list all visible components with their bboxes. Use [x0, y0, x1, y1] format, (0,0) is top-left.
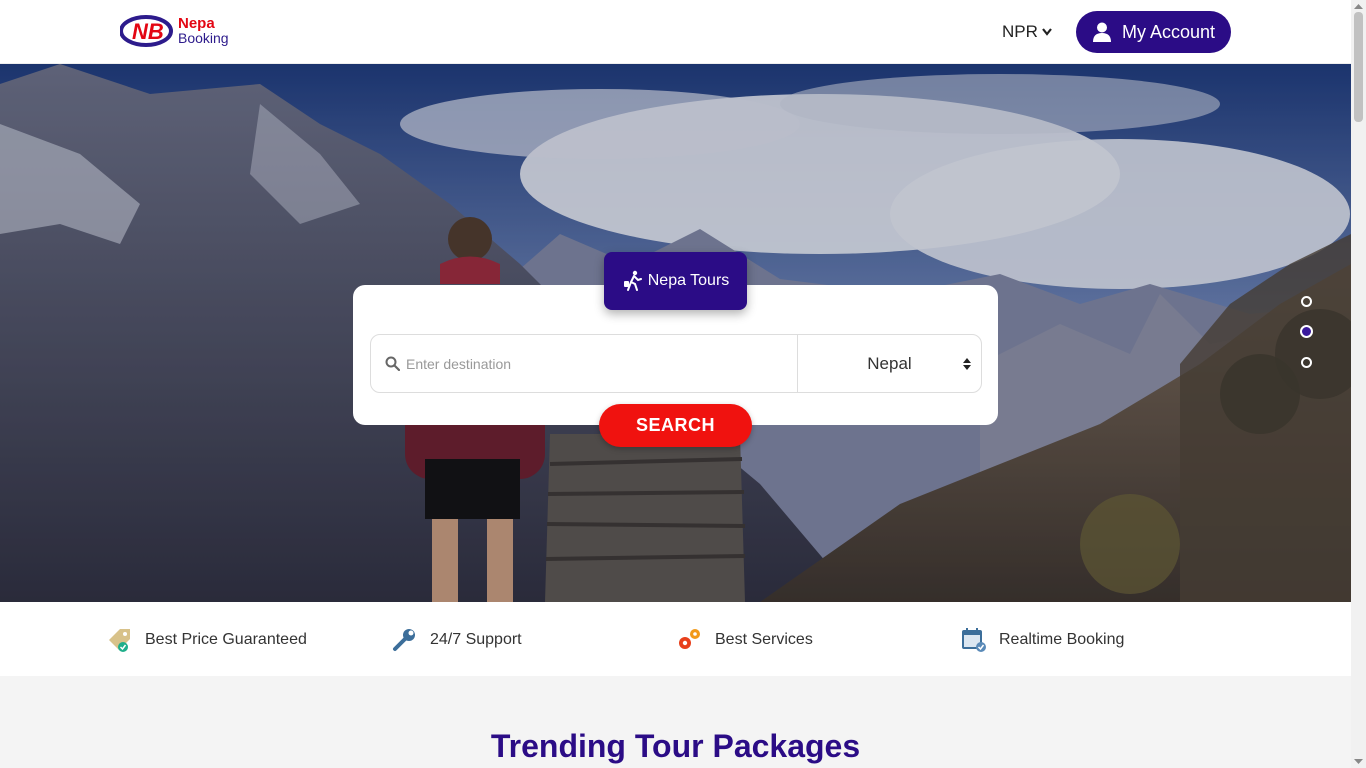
price-tag-icon: [109, 629, 130, 652]
select-arrows-icon: [963, 358, 971, 370]
scroll-down-icon[interactable]: [1354, 758, 1363, 766]
feature-best-services: Best Services: [676, 626, 813, 653]
gears-icon: [679, 629, 700, 649]
search-icon: [385, 356, 400, 371]
slider-dot-2[interactable]: [1300, 325, 1313, 338]
hero-banner: Nepa Tours Nepal SEARCH: [0, 64, 1351, 602]
hiker-icon: [623, 270, 642, 291]
country-select[interactable]: Nepal: [798, 335, 981, 392]
calendar-icon: [962, 628, 986, 652]
country-selected-value: Nepal: [867, 353, 912, 373]
slider-dot-1[interactable]: [1301, 296, 1312, 307]
tab-nepa-tours[interactable]: Nepa Tours: [604, 252, 747, 310]
user-icon: [1092, 22, 1111, 42]
features-bar: Best Price Guaranteed 24/7 Support Best …: [0, 602, 1351, 676]
search-button[interactable]: SEARCH: [599, 404, 752, 447]
feature-best-price: Best Price Guaranteed: [106, 626, 307, 653]
destination-input[interactable]: [406, 355, 786, 372]
feature-support: 24/7 Support: [391, 626, 522, 653]
my-account-label: My Account: [1121, 21, 1216, 42]
feature-realtime-booking: Realtime Booking: [960, 626, 1124, 653]
slider-dot-3[interactable]: [1301, 357, 1312, 368]
search-form: Nepal: [370, 334, 982, 393]
scroll-up-icon[interactable]: [1354, 2, 1363, 10]
wrench-icon: [393, 629, 415, 651]
logo-line-2: Booking: [178, 30, 229, 46]
feature-support-label: 24/7 Support: [430, 630, 522, 648]
feature-best-services-label: Best Services: [715, 630, 813, 648]
currency-label: NPR: [1002, 22, 1038, 41]
site-logo[interactable]: NB Nepa Booking: [119, 12, 229, 50]
page-scrollbar[interactable]: [1351, 0, 1366, 768]
site-header: NB Nepa Booking NPR My Account: [0, 0, 1351, 64]
my-account-button[interactable]: My Account: [1076, 11, 1231, 53]
trending-section: Trending Tour Packages: [0, 676, 1351, 768]
scroll-thumb[interactable]: [1354, 12, 1363, 122]
feature-realtime-booking-label: Realtime Booking: [999, 630, 1125, 648]
logo-line-1: Nepa: [178, 15, 215, 32]
tab-nepa-tours-label: Nepa Tours: [647, 272, 730, 289]
trending-title: Trending Tour Packages: [490, 728, 861, 764]
currency-dropdown[interactable]: NPR: [1002, 22, 1052, 42]
feature-best-price-label: Best Price Guaranteed: [145, 630, 307, 648]
svg-text:NB: NB: [132, 19, 164, 44]
chevron-down-icon: [1042, 28, 1052, 36]
logo-mark-icon: NB: [119, 12, 174, 50]
